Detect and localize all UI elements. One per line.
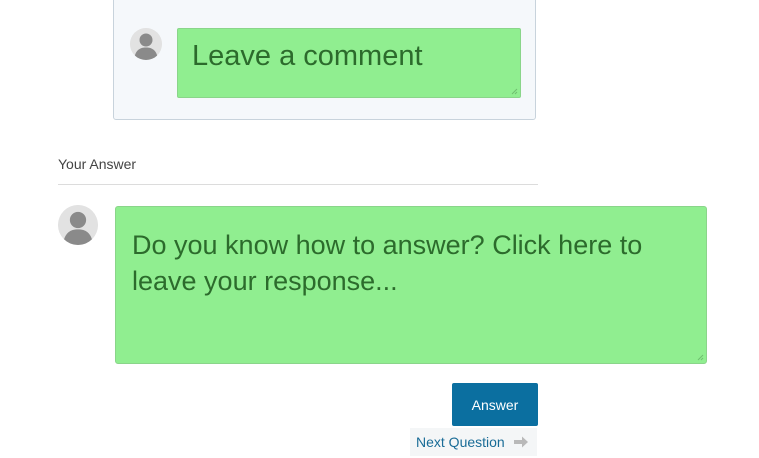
your-answer-heading: Your Answer <box>58 156 137 172</box>
arrow-right-icon <box>513 436 528 448</box>
resize-handle-icon[interactable] <box>510 87 518 95</box>
answer-placeholder: Do you know how to answer? Click here to… <box>132 230 643 296</box>
comment-placeholder: Leave a comment <box>192 40 423 72</box>
user-avatar-icon <box>58 205 98 245</box>
comment-input[interactable]: Leave a comment <box>177 28 521 98</box>
answer-button[interactable]: Answer <box>452 383 538 426</box>
next-question-label: Next Question <box>416 434 505 450</box>
user-avatar-icon <box>130 28 162 60</box>
divider <box>58 184 538 185</box>
next-question-link[interactable]: Next Question <box>410 428 537 456</box>
resize-handle-icon[interactable] <box>696 353 704 361</box>
page: Leave a comment Your Answer Do you know … <box>0 0 759 458</box>
answer-input[interactable]: Do you know how to answer? Click here to… <box>115 206 707 364</box>
